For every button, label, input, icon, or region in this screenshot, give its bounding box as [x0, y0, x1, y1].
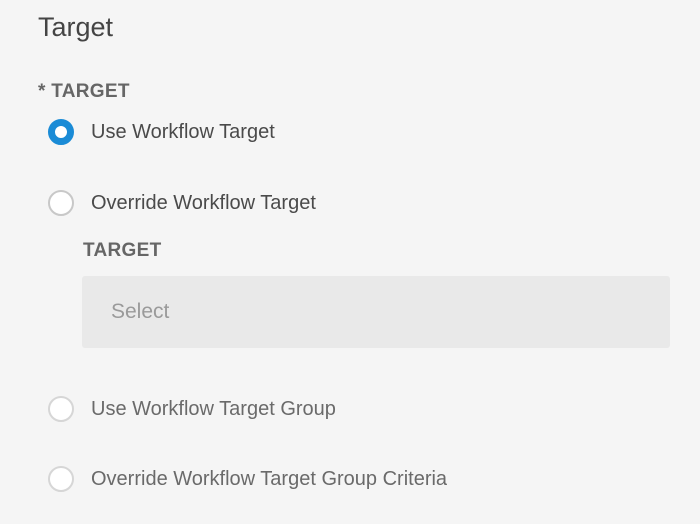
radio-override-workflow-target[interactable]: Override Workflow Target: [48, 189, 316, 217]
radio-unselected-icon[interactable]: [48, 396, 74, 422]
radio-selected-icon[interactable]: [48, 119, 74, 145]
target-select[interactable]: Select: [82, 276, 670, 348]
radio-use-workflow-target[interactable]: Use Workflow Target: [48, 118, 275, 146]
radio-label: Override Workflow Target Group Criteria: [91, 467, 448, 490]
radio-unselected-icon[interactable]: [48, 190, 74, 216]
radio-label: Use Workflow Target Group: [91, 397, 336, 420]
section-title: Target: [38, 12, 114, 42]
target-field-label: * TARGET: [38, 81, 130, 102]
radio-unselected-icon[interactable]: [48, 466, 74, 492]
radio-label: Override Workflow Target: [91, 191, 316, 214]
radio-use-workflow-target-group[interactable]: Use Workflow Target Group: [48, 395, 336, 423]
override-target-label: TARGET: [83, 240, 162, 261]
target-panel: Target * TARGET Use Workflow Target Over…: [0, 0, 700, 524]
radio-override-workflow-target-group-criteria[interactable]: Override Workflow Target Group Criteria: [48, 465, 447, 493]
select-placeholder: Select: [111, 300, 170, 323]
radio-label: Use Workflow Target: [91, 120, 275, 143]
